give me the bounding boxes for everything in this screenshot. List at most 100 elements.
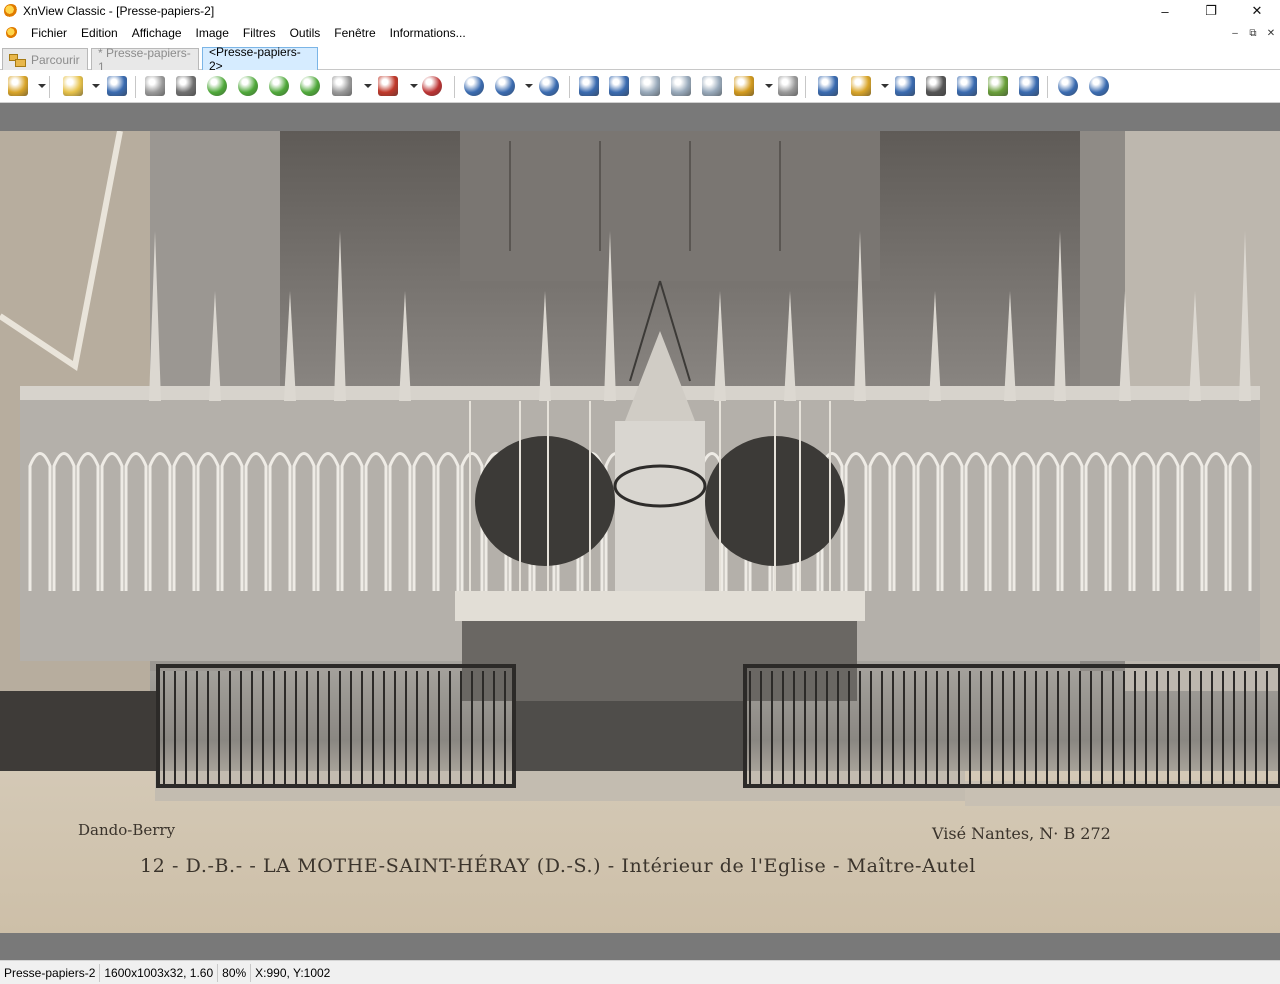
postcard-image: Dando-Berry Visé Nantes, N· B 272 12 - D… (0, 131, 1280, 933)
zoom-fit-button[interactable] (493, 74, 517, 98)
tab-presse-papiers-2[interactable]: <Presse-papiers-2> (202, 45, 318, 73)
menu-informations[interactable]: Informations... (383, 22, 473, 44)
previous-icon (579, 76, 599, 96)
print-button[interactable] (924, 74, 948, 98)
zoom-out-icon (539, 76, 559, 96)
menu-edition[interactable]: Edition (74, 22, 125, 44)
save-disk-icon (107, 76, 127, 96)
next-page-button[interactable] (669, 74, 693, 98)
document-restore-button[interactable]: ⧉ (1246, 26, 1260, 40)
folder-tree-icon (8, 76, 28, 96)
tab-label: <Presse-papiers-2> (209, 45, 301, 73)
tab-label: Parcourir (31, 52, 80, 67)
document-minimize-button[interactable]: – (1228, 26, 1242, 40)
status-filename: Presse-papiers-2 (0, 963, 101, 982)
postcard-title: 12 - D.-B.- - LA MOTHE-SAINT-HÉRAY (D.-S… (140, 855, 976, 877)
slides-icon (988, 76, 1008, 96)
next-page-icon (671, 76, 691, 96)
menu-fenetre[interactable]: Fenêtre (327, 22, 382, 44)
app-icon (4, 4, 18, 18)
zoom-out-button[interactable] (537, 74, 561, 98)
resize-button[interactable] (330, 74, 354, 98)
export-icon (269, 76, 289, 96)
send-button[interactable] (298, 74, 322, 98)
menu-fichier[interactable]: Fichier (24, 22, 74, 44)
status-image-info: 1600x1003x32, 1.60 (100, 963, 219, 982)
dropdown-arrow-icon[interactable] (364, 84, 372, 88)
next-button[interactable] (607, 74, 631, 98)
rotate-right-button[interactable] (236, 74, 260, 98)
dropdown-arrow-icon[interactable] (765, 84, 773, 88)
multi-page-icon (702, 76, 722, 96)
rotate-left-button[interactable] (205, 74, 229, 98)
toolbar-separator (454, 76, 455, 98)
close-button[interactable]: ✕ (1234, 0, 1280, 22)
maximize-button[interactable]: ❐ (1188, 0, 1234, 22)
toolbar-separator (135, 76, 136, 98)
status-zoom: 80% (218, 963, 252, 982)
first-page-button[interactable] (638, 74, 662, 98)
toolbar (0, 70, 1280, 103)
dropdown-arrow-icon[interactable] (881, 84, 889, 88)
settings-button[interactable] (1056, 74, 1080, 98)
info-icon (1089, 76, 1109, 96)
camera-button[interactable] (1017, 74, 1041, 98)
open-folder-icon (63, 76, 83, 96)
scan-button[interactable] (955, 74, 979, 98)
crop-button[interactable] (174, 74, 198, 98)
minimize-button[interactable]: – (1142, 0, 1188, 22)
info-button[interactable] (1087, 74, 1111, 98)
adjust-colors-button[interactable] (376, 74, 400, 98)
effects-button[interactable] (420, 74, 444, 98)
tab-presse-papiers-1[interactable]: * Presse-papiers-1 (91, 46, 199, 74)
adjust-colors-icon (378, 76, 398, 96)
window-controls: – ❐ ✕ (1142, 0, 1280, 22)
slides-button[interactable] (986, 74, 1010, 98)
share-button[interactable] (849, 74, 873, 98)
open-folder-button[interactable] (61, 74, 85, 98)
dropdown-arrow-icon[interactable] (92, 84, 100, 88)
image-viewer[interactable]: Dando-Berry Visé Nantes, N· B 272 12 - D… (0, 103, 1280, 960)
fullscreen-button[interactable] (816, 74, 840, 98)
multi-page-button[interactable] (700, 74, 724, 98)
tab-parcourir[interactable]: Parcourir (2, 48, 88, 70)
print-icon (926, 76, 946, 96)
folder-tree-button[interactable] (6, 74, 30, 98)
dropdown-arrow-icon[interactable] (38, 84, 46, 88)
menu-outils[interactable]: Outils (283, 22, 328, 44)
church-altar-photo (0, 131, 1280, 933)
zoom-in-icon (464, 76, 484, 96)
status-bar: Presse-papiers-2 1600x1003x32, 1.60 80% … (0, 960, 1280, 984)
previous-button[interactable] (577, 74, 601, 98)
settings-icon (1058, 76, 1078, 96)
undo-button[interactable] (143, 74, 167, 98)
compare-button[interactable] (776, 74, 800, 98)
menu-affichage[interactable]: Affichage (125, 22, 189, 44)
undo-icon (145, 76, 165, 96)
next-icon (609, 76, 629, 96)
toolbar-separator (49, 76, 50, 98)
resize-icon (332, 76, 352, 96)
publisher-caption: Dando-Berry (78, 821, 176, 839)
export-button[interactable] (267, 74, 291, 98)
menu-image[interactable]: Image (189, 22, 236, 44)
document-close-button[interactable]: ✕ (1264, 26, 1278, 40)
dropdown-arrow-icon[interactable] (525, 84, 533, 88)
document-menu-icon[interactable] (6, 27, 18, 39)
find-button[interactable] (893, 74, 917, 98)
menu-filtres[interactable]: Filtres (236, 22, 283, 44)
scan-icon (957, 76, 977, 96)
title-bar: XnView Classic - [Presse-papiers-2] – ❐ … (0, 0, 1280, 22)
browse-folder-icon (9, 53, 26, 67)
zoom-in-button[interactable] (462, 74, 486, 98)
compare-icon (778, 76, 798, 96)
dropdown-arrow-icon[interactable] (410, 84, 418, 88)
slideshow-icon (734, 76, 754, 96)
rotate-right-icon (238, 76, 258, 96)
save-disk-button[interactable] (105, 74, 129, 98)
send-icon (300, 76, 320, 96)
slideshow-button[interactable] (732, 74, 756, 98)
window-title: XnView Classic - [Presse-papiers-2] (23, 4, 215, 18)
fullscreen-icon (818, 76, 838, 96)
share-icon (851, 76, 871, 96)
